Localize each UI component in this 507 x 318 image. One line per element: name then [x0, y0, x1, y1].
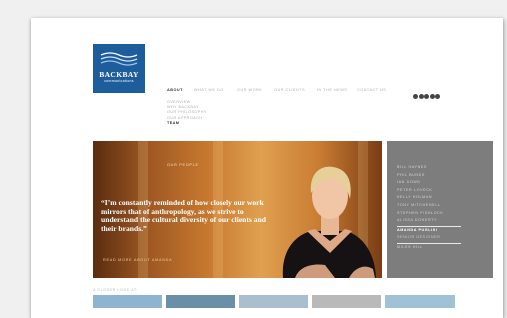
- case-study-thumbnail[interactable]: [312, 295, 381, 308]
- brand-tagline: communications: [104, 79, 134, 83]
- team-member-link[interactable]: IAN DOWD: [397, 179, 461, 187]
- case-study-thumbnail[interactable]: [166, 295, 235, 308]
- hero-quote: “I’m constantly reminded of how closely …: [101, 198, 267, 233]
- team-list-panel: BILL HAYNES PHIL BUNDS IAN DOWD PETER LO…: [387, 141, 493, 278]
- team-member-link[interactable]: KELLY HOLMAN: [397, 194, 461, 202]
- brand-logo[interactable]: BACKBAY communications: [93, 44, 145, 93]
- hero-section-label: OUR PEOPLE: [167, 163, 199, 167]
- read-more-link[interactable]: READ MORE ABOUT AMANDA: [103, 258, 172, 262]
- hero-banner: OUR PEOPLE “I’m constantly reminded of h…: [93, 141, 382, 278]
- nav-about[interactable]: ABOUT: [167, 88, 183, 92]
- team-member-link[interactable]: PHIL BUNDS: [397, 172, 461, 180]
- case-study-thumbnail[interactable]: [385, 295, 455, 308]
- team-member-link[interactable]: TONY MITCHENELL: [397, 202, 461, 210]
- twitter-icon[interactable]: [418, 94, 424, 99]
- nav-what-we-do[interactable]: WHAT WE DO: [194, 88, 224, 92]
- team-member-link[interactable]: ALISSA DOHERTY: [397, 217, 461, 225]
- youtube-icon[interactable]: [429, 94, 435, 99]
- nav-our-work[interactable]: OUR WORK: [237, 88, 262, 92]
- closer-look-label: A CLOSER LOOK AT:: [93, 288, 138, 292]
- linkedin-icon[interactable]: [424, 94, 429, 99]
- selected-team-member[interactable]: AMANDA PUGLISI: [397, 227, 461, 235]
- nav-our-clients[interactable]: OUR CLIENTS: [274, 88, 305, 92]
- nav-contact-us[interactable]: CONTACT US: [357, 88, 386, 92]
- selected-team-member-role: SENIOR DESIGNER: [397, 235, 441, 240]
- sub-nav-team[interactable]: TEAM: [167, 121, 207, 126]
- blog-icon[interactable]: [435, 94, 440, 99]
- facebook-icon[interactable]: [413, 94, 418, 99]
- team-member-link[interactable]: STEPHEN FISHLOCK: [397, 210, 461, 218]
- team-member-link[interactable]: BILL HAYNES: [397, 164, 461, 172]
- team-list: BILL HAYNES PHIL BUNDS IAN DOWD PETER LO…: [397, 164, 461, 252]
- social-links: [413, 86, 441, 104]
- team-member-link[interactable]: MILES HILL: [397, 244, 461, 252]
- case-study-thumbnail[interactable]: [93, 295, 162, 308]
- nav-in-the-news[interactable]: IN THE NEWS: [317, 88, 347, 92]
- waves-icon: [100, 52, 138, 66]
- brand-name: BACKBAY: [99, 70, 139, 79]
- case-study-thumbnail[interactable]: [239, 295, 308, 308]
- sub-nav-our-philosophy[interactable]: OUR PHILOSOPHY: [167, 110, 207, 115]
- team-member-link[interactable]: PETER LOVECK: [397, 187, 461, 195]
- sub-nav: OVERVIEW WHY BACKBAY OUR PHILOSOPHY OUR …: [167, 100, 207, 126]
